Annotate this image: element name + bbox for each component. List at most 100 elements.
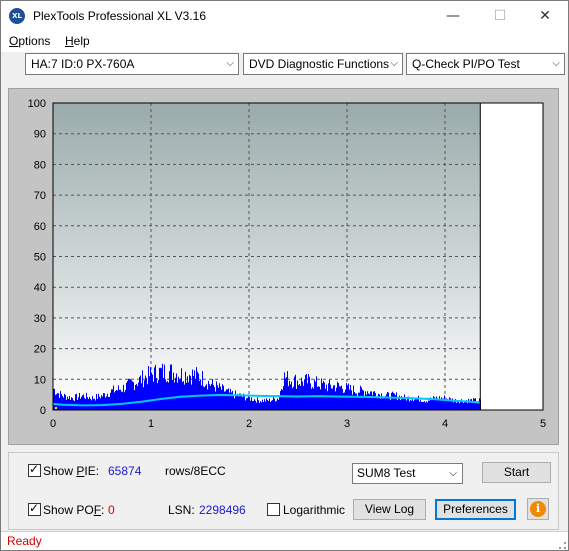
status-bar: Ready [1,531,568,550]
x-tick-label: 2 [246,418,252,430]
pie-bar [286,377,287,410]
test-mode-value: SUM8 Test [357,466,416,480]
pie-bar [146,377,147,410]
show-pie-checkbox[interactable]: ✓ [28,462,41,477]
pie-bar [151,372,152,410]
y-tick-label: 50 [34,252,46,264]
y-tick-label: 10 [34,374,46,386]
pie-bar [197,371,198,410]
pie-bar [195,378,196,410]
test-mode-select[interactable]: SUM8 Test ⌵ [352,463,463,484]
pie-bar [170,364,171,410]
pie-bar [149,376,150,410]
y-tick-label: 90 [34,129,46,141]
y-tick-label: 60 [34,221,46,233]
pie-bar [176,373,177,410]
preferences-button[interactable]: Preferences [435,499,516,520]
pie-bar [294,376,295,410]
resize-grip-icon[interactable] [559,542,566,549]
drive-select[interactable]: HA:7 ID:0 PX-760A ⌵ [25,53,239,75]
function-select-value: DVD Diagnostic Functions [249,57,390,71]
chart-panel: 0 10 20 30 40 50 60 70 80 90 100 0 1 2 3 4 5 [8,88,559,445]
pie-bar [316,376,317,410]
pie-bar [295,374,296,410]
controls-panel: ✓ Show PIE: 65874 rows/8ECC ✓ Show POF: … [8,452,559,530]
minimize-button[interactable]: — [430,1,476,31]
pie-bar [193,375,194,410]
pie-bar [185,371,186,410]
window-title: PlexTools Professional XL V3.16 [33,9,206,23]
chevron-down-icon: ⌵ [226,58,234,69]
pie-bar [181,368,182,410]
app-window: XL PlexTools Professional XL V3.16 — ☐ ✕… [0,0,569,551]
menu-options[interactable]: Options [9,34,50,48]
pie-bar [202,371,203,410]
pie-bar [164,364,165,410]
pi-po-chart: 0 10 20 30 40 50 60 70 80 90 100 0 1 2 3 4 5 [28,98,546,430]
status-text: Ready [7,534,42,548]
show-pof-label: Show POF: [43,503,105,517]
test-select-value: Q-Check PI/PO Test [412,57,520,71]
pie-bar [142,370,143,410]
pie-bar [155,364,156,410]
function-select[interactable]: DVD Diagnostic Functions ⌵ [243,53,403,75]
chevron-down-icon: ⌵ [552,58,560,69]
pie-bar [180,378,181,410]
test-select[interactable]: Q-Check PI/PO Test ⌵ [406,53,565,75]
y-tick-label: 20 [34,344,46,356]
x-tick-label: 1 [148,418,154,430]
logarithmic-checkbox[interactable] [267,503,280,516]
lsn-label: LSN: [168,503,195,517]
pie-bar [169,371,170,410]
pie-value: 65874 [108,464,142,478]
x-tick-label: 5 [540,418,546,430]
pie-bar [287,371,288,410]
y-tick-label: 80 [34,159,46,171]
pie-bar [152,374,153,410]
pof-value: 0 [108,503,115,517]
pie-bar [309,376,310,410]
pie-bar [308,374,309,410]
logarithmic-label: Logarithmic [283,503,346,517]
pie-bar [160,367,161,410]
pie-bar [162,363,163,410]
pie-bar [190,376,191,410]
x-tick-label: 3 [344,418,350,430]
menu-help[interactable]: Help [65,34,90,48]
pie-bar [178,376,179,410]
info-button[interactable]: i [527,498,549,520]
drive-select-value: HA:7 ID:0 PX-760A [31,57,135,71]
pie-bar [161,368,162,410]
maximize-button[interactable]: ☐ [477,1,523,31]
start-button[interactable]: Start [482,462,551,483]
pie-bar [175,377,176,410]
y-tick-label: 30 [34,313,46,325]
view-log-button[interactable]: View Log [353,499,426,520]
menu-help-rest: elp [73,34,90,48]
pie-bar [130,379,131,410]
pie-bar [154,367,155,410]
chevron-down-icon: ⌵ [449,468,457,479]
unscanned-region [480,103,543,410]
lsn-value: 2298496 [199,503,246,517]
y-tick-label: 100 [28,98,46,110]
pie-bar [284,372,285,410]
pie-bar [145,375,146,410]
po-marker [54,407,57,409]
pie-bar [150,367,151,410]
pie-bar [129,378,130,410]
pie-bar [301,377,302,410]
y-tick-label: 70 [34,190,46,202]
pie-bar [189,374,190,410]
close-button[interactable]: ✕ [522,1,568,31]
menu-bar: Options Help [1,31,568,52]
rows-unit: rows/8ECC [165,464,226,478]
pie-bar [285,378,286,410]
pie-bar [173,372,174,410]
pie-bar [159,367,160,410]
pie-bar [194,370,195,410]
pie-bar [140,375,141,410]
pie-bar [171,364,172,410]
chevron-down-icon: ⌵ [390,58,398,69]
show-pof-checkbox[interactable]: ✓ [28,501,41,516]
